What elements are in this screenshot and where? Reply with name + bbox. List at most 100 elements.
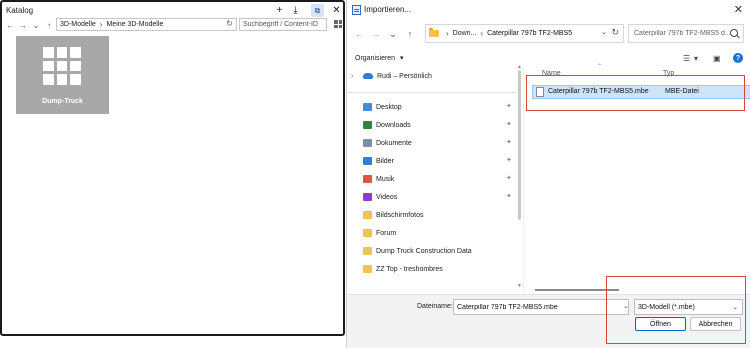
pane-divider[interactable]	[523, 68, 524, 294]
back-icon[interactable]: ←	[353, 27, 365, 41]
katalog-breadcrumb[interactable]: 3D-Modelle › Meine 3D-Modelle ↻	[56, 18, 237, 31]
file-name[interactable]: Caterpillar 797b TF2-MBS5.mbe	[548, 88, 649, 95]
close-icon[interactable]: ✕	[330, 4, 343, 17]
nav-item[interactable]: Dokumente ✦	[363, 136, 512, 150]
organize-label: Organisieren	[355, 55, 396, 62]
download-icon[interactable]: ⤓	[289, 4, 302, 17]
caret-down-icon[interactable]: ▾	[694, 52, 698, 64]
column-header-type[interactable]: Typ	[663, 70, 674, 77]
nav-item[interactable]: Videos ✦	[363, 190, 512, 204]
nav-item-label: Bilder	[376, 157, 394, 165]
nav-item-label: Forum	[376, 229, 397, 237]
nav-item-label: Musik	[376, 175, 395, 183]
chevron-down-icon[interactable]: ⌄	[601, 28, 607, 36]
desktop-icon	[363, 103, 372, 111]
nav-item-label: Videos	[376, 193, 398, 201]
forward-icon[interactable]: →	[370, 27, 382, 41]
tile-label: Dump-Truck	[42, 98, 83, 105]
chevron-down-icon[interactable]: ⌄	[31, 19, 41, 31]
model-tile-dump-truck[interactable]: Dump-Truck	[16, 36, 109, 114]
open-button[interactable]: Öffnen	[635, 317, 686, 331]
download-icon	[363, 121, 372, 129]
add-icon[interactable]: +	[273, 4, 286, 17]
pictures-icon	[363, 157, 372, 165]
breadcrumb-item[interactable]: 3D-Modelle	[60, 21, 96, 28]
nav-item-label: Desktop	[376, 103, 402, 111]
chevron-down-icon: ⌄	[732, 304, 738, 311]
scroll-up-icon[interactable]: ▲	[517, 64, 522, 70]
chevron-right-icon: ›	[480, 29, 484, 38]
katalog-title: Katalog	[6, 6, 34, 15]
nav-item[interactable]: Bilder ✦	[363, 154, 512, 168]
open-external-icon[interactable]: ⧉	[311, 4, 324, 17]
nav-item[interactable]: Dump Truck Construction Data	[363, 244, 472, 258]
filetype-value: 3D-Modell (*.mbe)	[638, 303, 695, 311]
close-icon[interactable]: ✕	[734, 3, 743, 16]
nav-item[interactable]: Forum	[363, 226, 396, 240]
nav-item[interactable]: Musik ✦	[363, 172, 512, 186]
chevron-down-icon[interactable]: ⌄	[387, 27, 399, 41]
documents-icon	[363, 139, 372, 147]
pin-icon[interactable]: ✦	[506, 156, 512, 164]
nav-item[interactable]: Desktop ✦	[363, 100, 512, 114]
nav-divider	[347, 92, 517, 93]
pin-icon[interactable]: ✦	[506, 120, 512, 128]
dialog-titlebar: Importieren... ✕	[347, 0, 750, 21]
nav-item[interactable]: Bildschirmfotos	[363, 208, 423, 222]
nav-item-label: Downloads	[376, 121, 411, 129]
nav-item-cloud[interactable]: › Rudi – Persönlich	[351, 69, 432, 83]
nav-item[interactable]: Downloads ✦	[363, 118, 512, 132]
nav-item-label: Bildschirmfotos	[376, 211, 424, 219]
filename-input[interactable]	[453, 299, 629, 315]
folder-icon	[363, 265, 372, 273]
breadcrumb-item[interactable]: Meine 3D-Modelle	[106, 21, 163, 28]
address-crumb-current[interactable]: Caterpillar 797b TF2-MBS5	[487, 30, 572, 37]
pin-icon[interactable]: ✦	[506, 174, 512, 182]
folder-icon	[363, 211, 372, 219]
column-header-name[interactable]: Name	[542, 70, 561, 77]
nav-scrollbar[interactable]	[518, 70, 521, 220]
music-icon	[363, 175, 372, 183]
forward-icon[interactable]: →	[18, 19, 28, 31]
refresh-icon[interactable]: ↻	[611, 27, 619, 38]
address-crumb[interactable]: Down...	[453, 30, 477, 37]
katalog-search-input[interactable]	[239, 18, 327, 31]
organize-menu[interactable]: Organisieren ▾	[355, 54, 404, 62]
horizontal-scrollbar[interactable]	[535, 289, 619, 291]
caret-down-icon: ▾	[400, 55, 404, 62]
cancel-button[interactable]: Abbrechen	[690, 317, 741, 331]
sort-up-icon: ⌃	[597, 64, 603, 70]
nav-item-label: Rudi – Persönlich	[377, 72, 432, 80]
nav-item[interactable]: ZZ Top - treshombres	[363, 262, 443, 276]
up-icon[interactable]: ↑	[404, 27, 416, 41]
model-grid-icon	[43, 47, 81, 85]
grid-view-icon[interactable]	[333, 19, 343, 29]
chevron-down-icon[interactable]: ⌄	[623, 302, 629, 310]
help-icon[interactable]: ?	[733, 53, 743, 63]
filetype-select[interactable]: 3D-Modell (*.mbe) ⌄	[634, 299, 743, 315]
up-icon[interactable]: ↑	[44, 19, 54, 31]
dialog-search-input[interactable]	[628, 24, 744, 43]
preview-pane-icon[interactable]: ▣	[713, 52, 721, 64]
back-icon[interactable]: ←	[5, 19, 15, 31]
refresh-icon[interactable]: ↻	[226, 19, 233, 28]
nav-item-label: Dump Truck Construction Data	[376, 247, 472, 255]
view-list-icon[interactable]: ☰	[683, 52, 690, 64]
pin-icon[interactable]: ✦	[506, 102, 512, 110]
pin-icon[interactable]: ✦	[506, 138, 512, 146]
file-icon	[536, 87, 544, 97]
folder-icon	[363, 229, 372, 237]
address-bar[interactable]: › Down... › Caterpillar 797b TF2-MBS5 ⌄ …	[425, 24, 624, 43]
chevron-right-icon: ›	[99, 20, 103, 29]
katalog-panel: Katalog + ⤓ ⧉ ✕ ← → ⌄ ↑ 3D-Modelle › Mei…	[0, 0, 345, 336]
pin-icon[interactable]: ✦	[506, 192, 512, 200]
file-type: MBE-Datei	[665, 88, 699, 95]
import-dialog: Importieren... ✕ ← → ⌄ ↑ › Down... › Cat…	[346, 0, 750, 348]
chevron-right-icon[interactable]: ›	[351, 73, 353, 80]
folder-icon	[363, 247, 372, 255]
scroll-down-icon[interactable]: ▼	[517, 283, 522, 289]
cloud-icon	[363, 73, 373, 79]
search-icon[interactable]	[730, 29, 738, 37]
nav-item-label: Dokumente	[376, 139, 412, 147]
chevron-right-icon: ›	[446, 29, 449, 38]
